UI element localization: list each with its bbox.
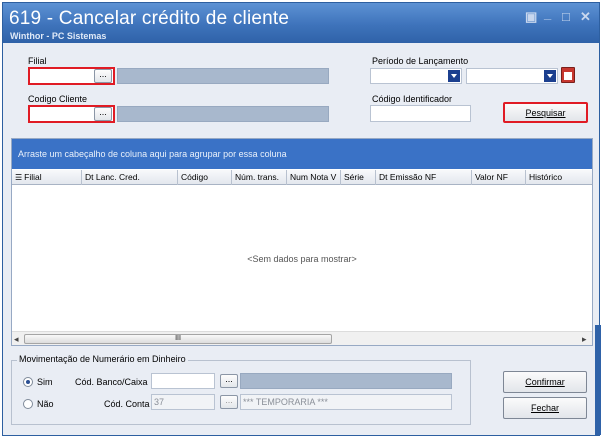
periodo-fim-combo[interactable] [466, 68, 558, 84]
nao-radio[interactable] [23, 399, 33, 409]
pesquisar-button[interactable]: Pesquisar [503, 102, 588, 123]
codigo-cliente-description [117, 106, 329, 122]
filial-input[interactable] [30, 69, 94, 83]
column-header-num-nota[interactable]: Num Nota V [287, 170, 341, 185]
sim-label[interactable]: Sim [37, 377, 53, 387]
grid-header: ☰ Filial Dt Lanc. Cred. Código Núm. trans… [12, 170, 592, 185]
column-header-codigo[interactable]: Código [178, 170, 232, 185]
side-strip [595, 325, 601, 435]
cod-banco-label: Cód. Banco/Caixa [75, 377, 148, 387]
scrollbar-thumb[interactable]: III [24, 334, 332, 344]
pesquisar-button-label: Pesquisar [525, 108, 566, 118]
scroll-right-icon[interactable]: ▸ [582, 332, 587, 346]
cod-conta-lookup-button[interactable]: ... [220, 395, 238, 409]
maximize-icon[interactable]: □ [562, 9, 570, 24]
sim-radio[interactable] [23, 377, 33, 387]
periodo-inicio-combo[interactable] [370, 68, 462, 84]
scroll-grip: III [175, 335, 181, 342]
periodo-label: Período de Lançamento [372, 56, 469, 66]
chevron-down-icon[interactable] [544, 70, 556, 82]
results-grid: Arraste um cabeçalho de coluna aqui para… [11, 138, 593, 346]
movimentacao-groupbox: Movimentação de Numerário em Dinheiro [11, 354, 471, 425]
confirmar-button-label: Confirmar [525, 377, 565, 387]
column-header-valor-nf[interactable]: Valor NF [472, 170, 526, 185]
column-header-filial[interactable]: ☰ Filial [12, 170, 82, 185]
group-by-panel[interactable]: Arraste um cabeçalho de coluna aqui para… [12, 139, 592, 169]
cod-conta-description: *** TEMPORARIA *** [240, 394, 452, 410]
column-header-dt-emissao-nf[interactable]: Dt Emissão NF [376, 170, 472, 185]
column-header-dt-lanc-cred[interactable]: Dt Lanc. Cred. [82, 170, 178, 185]
close-icon[interactable]: ✕ [580, 9, 591, 25]
cod-banco-input[interactable] [151, 373, 215, 389]
fechar-button[interactable]: Fechar [503, 397, 587, 419]
minimize-icon[interactable]: _ [544, 6, 551, 21]
codigo-cliente-input[interactable] [30, 107, 94, 121]
nao-label[interactable]: Não [37, 399, 54, 409]
window-subtitle: Winthor - PC Sistemas [10, 31, 107, 41]
empty-grid-message: <Sem dados para mostrar> [247, 254, 357, 264]
title-bar: 619 - Cancelar crédito de cliente Wintho… [3, 3, 599, 43]
codigo-identificador-input[interactable] [370, 105, 471, 122]
fechar-button-label: Fechar [530, 403, 559, 413]
codigo-cliente-highlight: ... [28, 105, 115, 123]
horizontal-scrollbar[interactable]: ◂ III ▸ [12, 331, 592, 345]
restore-icon[interactable]: ▣ [525, 9, 537, 25]
calendar-icon[interactable] [561, 67, 575, 83]
column-header-historico[interactable]: Histórico [526, 170, 592, 185]
scroll-left-icon[interactable]: ◂ [14, 332, 19, 346]
cod-conta-label: Cód. Conta [104, 399, 150, 409]
movimentacao-legend: Movimentação de Numerário em Dinheiro [17, 354, 188, 364]
column-header-serie[interactable]: Série [341, 170, 376, 185]
cod-conta-input[interactable]: 37 [151, 394, 215, 410]
cod-banco-lookup-button[interactable]: ... [220, 374, 238, 388]
filial-label: Filial [28, 56, 47, 66]
cod-banco-description [240, 373, 452, 389]
column-header-num-trans[interactable]: Núm. trans. [232, 170, 287, 185]
codigo-cliente-label: Codigo Cliente [28, 94, 88, 104]
main-window: 619 - Cancelar crédito de cliente Wintho… [2, 2, 601, 436]
window-title: 619 - Cancelar crédito de cliente [9, 8, 290, 29]
chevron-down-icon[interactable] [448, 70, 460, 82]
filial-field-highlight: ... [28, 67, 115, 85]
filial-lookup-button[interactable]: ... [94, 69, 112, 83]
codigo-identificador-label: Código Identificador [372, 94, 453, 104]
codigo-cliente-lookup-button[interactable]: ... [94, 107, 112, 121]
confirmar-button[interactable]: Confirmar [503, 371, 587, 393]
filial-description [117, 68, 329, 84]
column-chooser-icon[interactable]: ☰ [15, 173, 22, 182]
